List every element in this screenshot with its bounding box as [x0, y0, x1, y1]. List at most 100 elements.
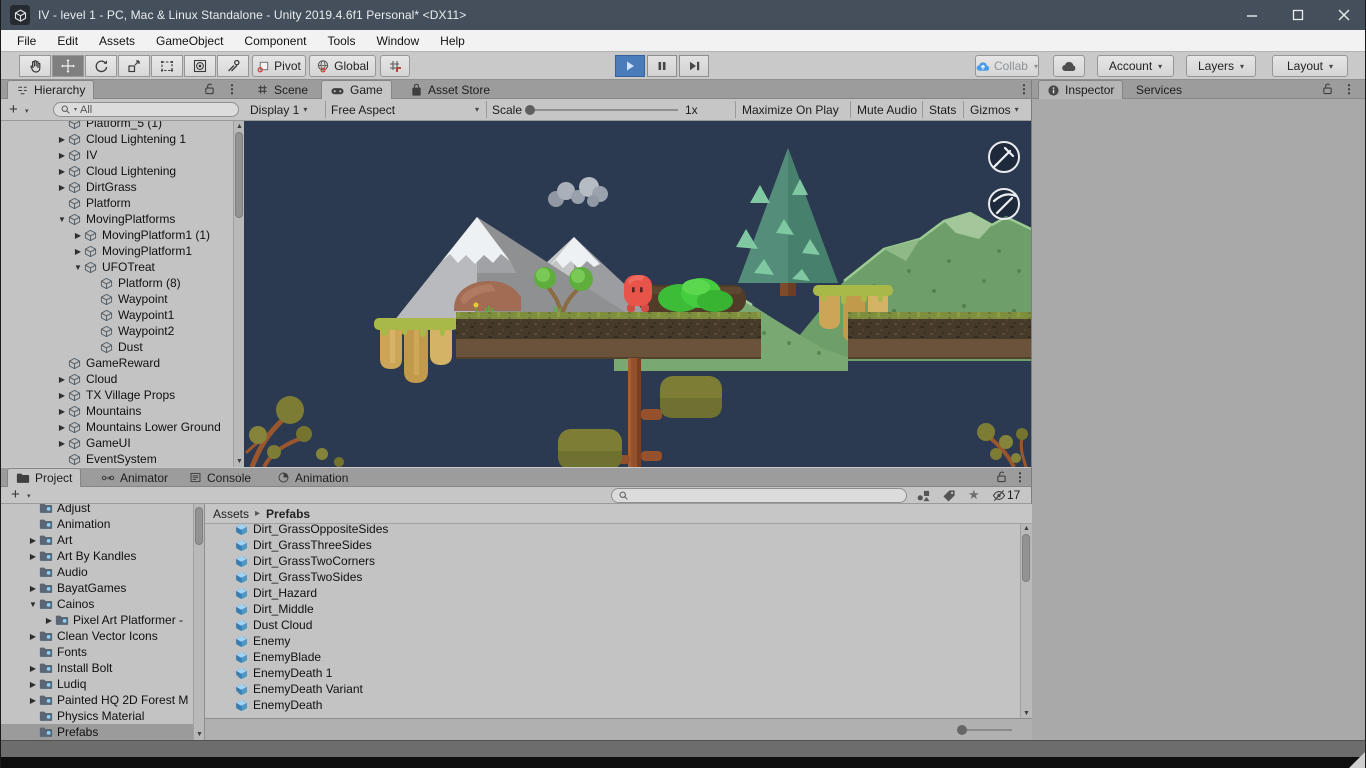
asset-item[interactable]: EnemyDeath	[205, 697, 1020, 713]
project-search-input[interactable]	[611, 488, 907, 503]
foldout-expanded-icon[interactable]: ▼	[56, 215, 68, 224]
resize-grip-icon[interactable]	[1349, 752, 1365, 768]
hierarchy-item[interactable]: ▶ TX Village Props	[1, 387, 233, 403]
hierarchy-item[interactable]: Waypoint1	[1, 307, 233, 323]
foldout-collapsed-icon[interactable]: ▶	[27, 584, 39, 593]
hierarchy-search-input[interactable]: ▾ All	[53, 102, 239, 117]
layers-dropdown[interactable]: Layers ▾	[1186, 55, 1256, 77]
menu-item-window[interactable]: Window	[376, 34, 419, 48]
foldout-collapsed-icon[interactable]: ▶	[56, 439, 68, 448]
custom-tool-button[interactable]	[217, 55, 249, 77]
hierarchy-item[interactable]: ▶ IV	[1, 147, 233, 163]
scale-tool-button[interactable]	[118, 55, 150, 77]
aspect-dropdown[interactable]: Free Aspect ▾	[331, 99, 483, 120]
foldout-collapsed-icon[interactable]: ▶	[56, 183, 68, 192]
asset-item[interactable]: EnemyDeath 1	[205, 665, 1020, 681]
hierarchy-item[interactable]: ▶ Mountains Lower Ground	[1, 419, 233, 435]
menu-item-assets[interactable]: Assets	[99, 34, 135, 48]
asset-item[interactable]: Dirt_GrassTwoSides	[205, 569, 1020, 585]
minimize-button[interactable]	[1229, 0, 1275, 30]
hierarchy-item[interactable]: ▶ Cloud Lightening 1	[1, 131, 233, 147]
project-folder[interactable]: Fonts	[1, 644, 193, 660]
asset-item[interactable]: Dirt_Hazard	[205, 585, 1020, 601]
hierarchy-item[interactable]: ▶ Cloud	[1, 371, 233, 387]
breadcrumb-root[interactable]: Assets	[213, 507, 249, 521]
lock-icon[interactable]	[204, 82, 215, 100]
project-folder[interactable]: ▶ Art	[1, 532, 193, 548]
pickaxe-button[interactable]	[988, 188, 1020, 220]
collab-dropdown[interactable]: Collab ▾	[975, 55, 1039, 77]
hierarchy-item[interactable]: ▼ MovingPlatforms	[1, 211, 233, 227]
hand-tool-button[interactable]	[19, 55, 51, 77]
foldout-collapsed-icon[interactable]: ▶	[72, 231, 84, 240]
scroll-up-icon[interactable]: ▲	[1021, 525, 1032, 532]
hierarchy-item[interactable]: ▶ MovingPlatform1	[1, 243, 233, 259]
game-viewport[interactable]	[244, 121, 1032, 469]
transform-tool-button[interactable]	[184, 55, 216, 77]
mute-audio-toggle[interactable]: Mute Audio	[857, 99, 917, 120]
project-folder[interactable]: ▶ Clean Vector Icons	[1, 628, 193, 644]
tab-animation[interactable]: Animation	[269, 468, 356, 487]
asset-item[interactable]: Dirt_GrassThreeSides	[205, 537, 1020, 553]
project-folder[interactable]: Prefabs	[1, 724, 193, 740]
project-folder[interactable]: ▶ Install Bolt	[1, 660, 193, 676]
display-dropdown[interactable]: Display 1 ▾	[250, 99, 307, 120]
rect-tool-button[interactable]	[151, 55, 183, 77]
tab-animator[interactable]: Animator	[93, 468, 176, 487]
foldout-collapsed-icon[interactable]: ▶	[27, 696, 39, 705]
tab-inspector[interactable]: Inspector	[1038, 80, 1124, 99]
hierarchy-item[interactable]: Platform_5 (1)	[1, 121, 233, 131]
foldout-expanded-icon[interactable]: ▼	[27, 600, 39, 609]
tab-project[interactable]: Project	[7, 468, 82, 487]
favorites-star-icon[interactable]: ★	[968, 487, 980, 503]
menu-item-tools[interactable]: Tools	[327, 34, 355, 48]
project-folder[interactable]: ▶ Art By Kandles	[1, 548, 193, 564]
project-folder[interactable]: Audio	[1, 564, 193, 580]
global-toggle[interactable]: Global	[309, 55, 376, 77]
move-tool-button[interactable]	[52, 55, 84, 77]
breadcrumb-current[interactable]: Prefabs	[266, 507, 310, 521]
lock-icon[interactable]	[1322, 82, 1333, 100]
account-dropdown[interactable]: Account ▾	[1097, 55, 1174, 77]
thumbnail-slider-track[interactable]	[960, 729, 1012, 731]
asset-item[interactable]: Enemy	[205, 633, 1020, 649]
hierarchy-scrollbar[interactable]: ▲ ▼	[233, 121, 244, 467]
foldout-collapsed-icon[interactable]: ▶	[56, 423, 68, 432]
project-folder[interactable]: ▶ Ludiq	[1, 676, 193, 692]
panel-menu-icon[interactable]: ⋮	[1018, 82, 1030, 96]
scrollbar-thumb[interactable]	[235, 132, 243, 218]
tab-console[interactable]: Console	[181, 468, 259, 487]
project-folder[interactable]: ▶ Pixel Art Platformer -	[1, 612, 193, 628]
hierarchy-item[interactable]: ▶ Mountains	[1, 403, 233, 419]
project-folder[interactable]: Physics Material	[1, 708, 193, 724]
create-button[interactable]: +	[11, 486, 20, 503]
hierarchy-item[interactable]: GameReward	[1, 355, 233, 371]
tab-hierarchy[interactable]: Hierarchy	[7, 80, 95, 99]
foldout-collapsed-icon[interactable]: ▶	[56, 407, 68, 416]
scroll-down-icon[interactable]: ▼	[1021, 710, 1032, 717]
project-folder[interactable]: ▼ Cainos	[1, 596, 193, 612]
scale-slider-knob[interactable]	[525, 105, 535, 115]
foldout-collapsed-icon[interactable]: ▶	[27, 552, 39, 561]
close-button[interactable]	[1321, 0, 1365, 30]
hierarchy-item[interactable]: Waypoint2	[1, 323, 233, 339]
menu-item-gameobject[interactable]: GameObject	[156, 34, 223, 48]
menu-item-edit[interactable]: Edit	[57, 34, 78, 48]
scale-slider-track[interactable]	[526, 109, 678, 111]
asset-item[interactable]: Dirt_Middle	[205, 601, 1020, 617]
foldout-expanded-icon[interactable]: ▼	[72, 263, 84, 272]
foldout-collapsed-icon[interactable]: ▶	[27, 664, 39, 673]
hierarchy-item[interactable]: ▶ DirtGrass	[1, 179, 233, 195]
scrollbar-thumb[interactable]	[195, 507, 203, 545]
cloud-button[interactable]	[1053, 55, 1085, 77]
project-folder[interactable]: Animation	[1, 516, 193, 532]
foldout-collapsed-icon[interactable]: ▶	[56, 375, 68, 384]
layout-dropdown[interactable]: Layout ▾	[1272, 55, 1348, 77]
hierarchy-item[interactable]: ▼ UFOTreat	[1, 259, 233, 275]
hierarchy-item[interactable]: Platform	[1, 195, 233, 211]
panel-menu-icon[interactable]: ⋮	[1343, 82, 1355, 96]
project-folder[interactable]: Adjust	[1, 504, 193, 516]
grid-snap-button[interactable]	[380, 55, 410, 77]
maximize-on-play-toggle[interactable]: Maximize On Play	[742, 99, 839, 120]
pivot-toggle[interactable]: Pivot	[252, 55, 306, 77]
